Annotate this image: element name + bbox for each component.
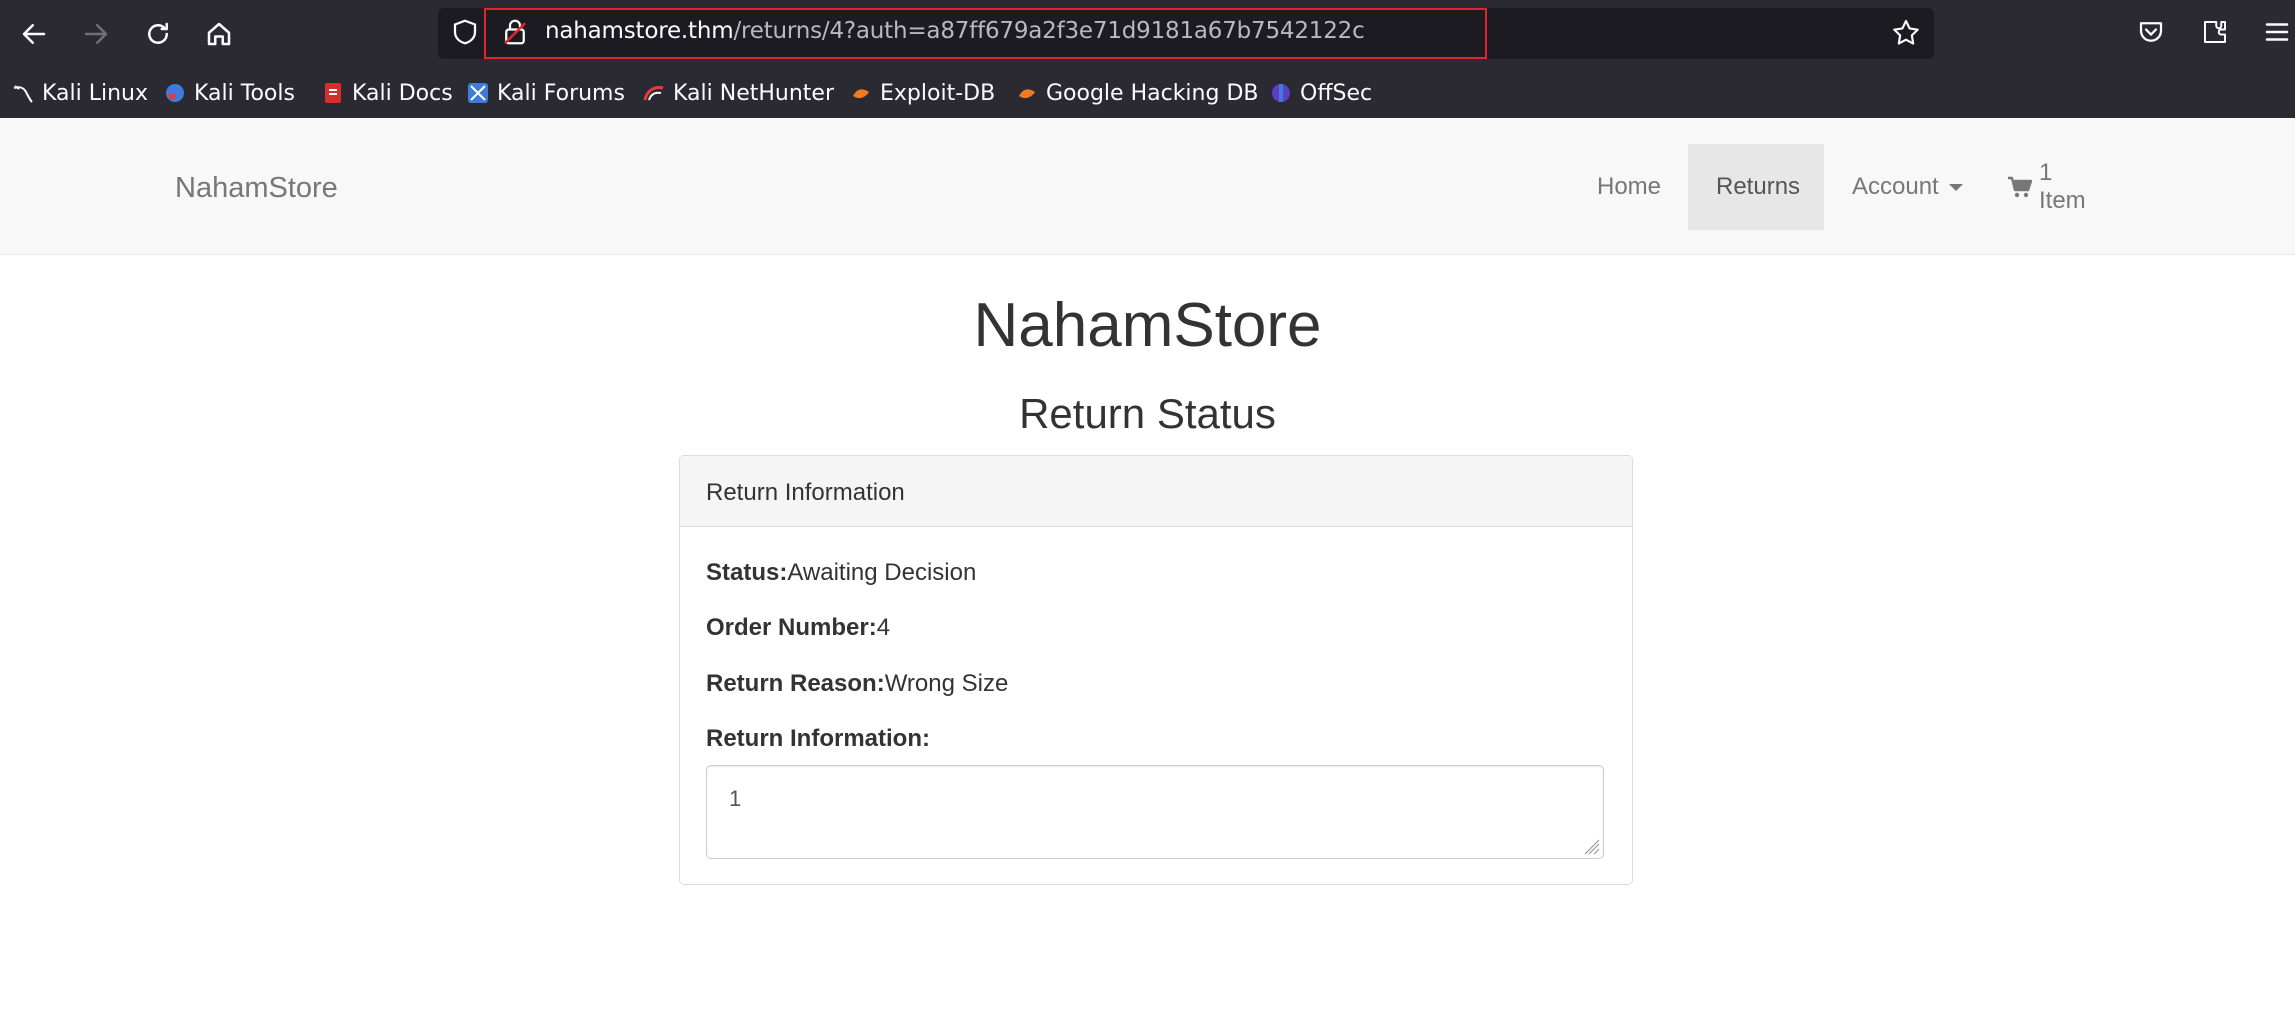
nav-home[interactable]: Home [1569,144,1688,230]
bookmark-offsec[interactable]: OffSec [1270,76,1372,110]
caret-down-icon [1948,183,1963,191]
url-text[interactable]: nahamstore.thm/returns/4?auth=a87ff679a2… [545,18,1365,44]
back-button[interactable] [12,12,56,56]
nav-cart[interactable]: 1 Item [1979,144,2129,230]
bookmark-google-hacking-db[interactable]: Google Hacking DB [1016,76,1258,110]
arrow-right-icon [84,24,108,44]
return-information-value: 1 [729,786,742,811]
cart-icon [2007,175,2033,199]
reload-button[interactable] [136,12,180,56]
nav-account-dropdown[interactable]: Account [1824,144,1979,230]
kali-dragon-icon [12,82,34,104]
reload-icon [148,22,168,44]
offsec-icon [1270,82,1292,104]
return-info-panel: Return Information Status:Awaiting Decis… [679,455,1633,885]
status-row: Status:Awaiting Decision [706,559,976,587]
navbar-brand[interactable]: NahamStore [175,172,338,205]
order-number-value: 4 [876,614,891,641]
order-number-row: Order Number:4 [706,614,890,642]
menu-icon[interactable] [2262,17,2292,47]
page-title: NahamStore [973,291,1322,360]
url-path: /returns/4?auth=a87ff679a2f3e71d9181a67b… [733,18,1365,44]
return-reason-label: Return Reason: [706,670,885,697]
bookmark-kali-nethunter[interactable]: Kali NetHunter [643,76,834,110]
return-information-textarea[interactable]: 1 [706,765,1604,859]
browser-chrome: nahamstore.thm/returns/4?auth=a87ff679a2… [0,0,2295,118]
forward-button[interactable] [74,12,118,56]
bookmark-star-icon[interactable] [1890,17,1922,49]
browser-toolbar: nahamstore.thm/returns/4?auth=a87ff679a2… [0,0,2295,66]
bookmarks-bar: Kali Linux Kali Tools Kali Docs Kali For… [0,72,2295,114]
arrow-left-icon [22,24,46,44]
kali-docs-icon [322,82,344,104]
status-value: Awaiting Decision [787,559,977,586]
exploit-db-icon [850,82,872,104]
panel-title: Return Information [706,479,905,506]
page-subtitle: Return Status [1019,390,1276,437]
bookmark-kali-docs[interactable]: Kali Docs [322,76,453,110]
status-label: Status: [706,559,788,586]
shield-icon[interactable] [450,17,480,47]
return-reason-value: Wrong Size [884,670,1009,697]
ghdb-icon [1016,82,1038,104]
extensions-icon[interactable] [2200,17,2230,47]
pocket-icon[interactable] [2136,17,2166,47]
bookmark-kali-forums[interactable]: Kali Forums [467,76,625,110]
order-number-label: Order Number: [706,614,877,641]
site-navbar: NahamStore Home Returns Account 1 Item [0,118,2295,255]
return-reason-row: Return Reason:Wrong Size [706,670,1008,698]
url-host: nahamstore.thm [545,18,734,44]
nav-returns[interactable]: Returns [1688,144,1824,230]
bookmark-kali-linux[interactable]: Kali Linux [12,76,148,110]
bookmark-exploit-db[interactable]: Exploit-DB [850,76,995,110]
home-icon [207,22,231,46]
home-button[interactable] [197,12,241,56]
resize-grip-icon[interactable] [1584,839,1600,855]
kali-forums-icon [467,82,489,104]
kali-nethunter-icon [643,82,665,104]
bookmark-kali-tools[interactable]: Kali Tools [164,76,295,110]
return-information-label: Return Information: [706,725,930,752]
kali-tools-icon [164,82,186,104]
panel-heading: Return Information [680,456,1632,527]
